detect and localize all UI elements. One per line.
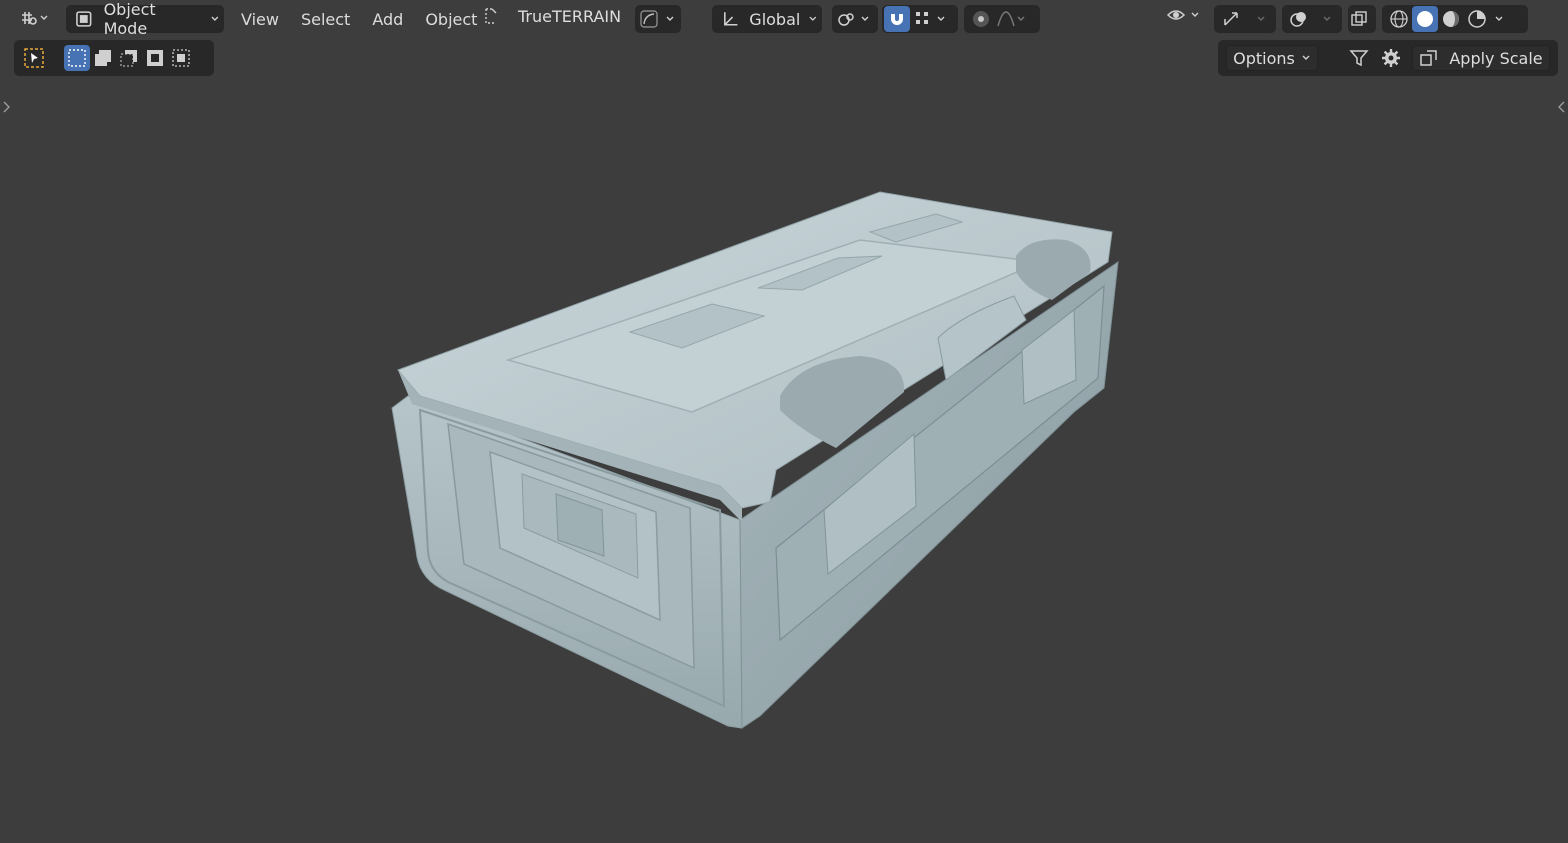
select-subtract-button[interactable] bbox=[116, 45, 142, 71]
chevron-down-icon[interactable] bbox=[1256, 14, 1266, 24]
apply-scale-icon bbox=[1420, 50, 1438, 66]
visibility-dropdown[interactable] bbox=[1166, 5, 1200, 25]
material-preview-button[interactable] bbox=[1438, 6, 1464, 32]
falloff-icon bbox=[997, 11, 1015, 27]
object-mode-icon bbox=[76, 11, 92, 27]
xray-toggle[interactable] bbox=[1348, 5, 1376, 33]
trueterrain-label: TrueTERRAIN bbox=[518, 6, 622, 26]
gizmo-controls bbox=[1214, 5, 1276, 33]
3d-viewport[interactable]: Object Mode View Select Add Object TrueT… bbox=[0, 0, 1568, 843]
menu-add[interactable]: Add bbox=[361, 6, 414, 32]
snap-magnet-icon bbox=[891, 14, 903, 25]
select-new-icon bbox=[68, 49, 86, 67]
snap-toggle[interactable] bbox=[884, 6, 910, 32]
overlay-icon bbox=[1290, 12, 1306, 27]
xray-icon bbox=[1351, 11, 1367, 26]
crate-model[interactable] bbox=[0, 0, 1568, 843]
options-label: Options bbox=[1233, 48, 1295, 68]
select-cursor-icon bbox=[24, 48, 44, 68]
pivot-point-selector[interactable] bbox=[832, 5, 878, 33]
chevron-down-icon bbox=[809, 16, 817, 21]
proportional-edit-icon bbox=[973, 11, 989, 27]
curve-dropdown[interactable] bbox=[635, 5, 681, 33]
options-dropdown[interactable]: Options bbox=[1226, 45, 1318, 71]
settings-button[interactable] bbox=[1378, 45, 1404, 71]
falloff-dropdown[interactable] bbox=[994, 6, 1028, 32]
chevron-down-icon bbox=[666, 16, 674, 21]
gizmo-toggle[interactable] bbox=[1218, 6, 1244, 32]
pivot-point-icon bbox=[838, 13, 854, 26]
chevron-down-icon bbox=[1302, 55, 1310, 60]
select-new-button[interactable] bbox=[64, 45, 90, 71]
trueterrain-icon bbox=[485, 8, 497, 24]
editor-type-icon bbox=[22, 12, 37, 25]
select-intersect-button[interactable] bbox=[168, 45, 194, 71]
chevron-down-icon bbox=[861, 16, 869, 21]
trueterrain-menu[interactable]: TrueTERRAIN bbox=[481, 6, 621, 26]
proportional-editing-controls bbox=[964, 5, 1040, 33]
overlay-controls bbox=[1282, 5, 1342, 33]
select-subtract-icon bbox=[120, 50, 137, 67]
rendered-shading-icon bbox=[1468, 10, 1486, 28]
select-tool-button[interactable] bbox=[20, 44, 48, 72]
solid-shading-button[interactable] bbox=[1412, 6, 1438, 32]
snap-grid-icon bbox=[916, 12, 928, 24]
chevron-down-icon bbox=[211, 16, 219, 21]
transform-orientation-selector[interactable]: Global bbox=[712, 5, 822, 33]
wireframe-shading-button[interactable] bbox=[1386, 6, 1412, 32]
gear-icon bbox=[1382, 49, 1400, 67]
chevron-down-icon bbox=[1191, 12, 1199, 17]
proportional-edit-toggle[interactable] bbox=[968, 6, 994, 32]
eye-icon bbox=[1166, 10, 1186, 20]
shading-mode-selector bbox=[1382, 5, 1528, 33]
snap-target-dropdown[interactable] bbox=[910, 6, 936, 32]
apply-scale-label: Apply Scale bbox=[1449, 48, 1543, 68]
select-extend-icon bbox=[95, 50, 111, 66]
transform-orientation-icon bbox=[724, 12, 738, 26]
orientation-label: Global bbox=[749, 9, 801, 29]
select-invert-icon bbox=[147, 50, 163, 66]
toolbar-expand-icon[interactable] bbox=[2, 100, 12, 114]
chevron-down-icon[interactable] bbox=[1494, 14, 1504, 24]
mode-selector[interactable]: Object Mode bbox=[66, 0, 224, 38]
select-intersect-icon bbox=[172, 49, 190, 67]
chevron-down-icon bbox=[937, 16, 945, 21]
menu-view[interactable]: View bbox=[230, 6, 290, 32]
select-extend-button[interactable] bbox=[90, 45, 116, 71]
mode-label: Object Mode bbox=[103, 0, 156, 38]
rendered-shading-button[interactable] bbox=[1464, 6, 1490, 32]
chevron-down-icon bbox=[40, 15, 48, 20]
apply-scale-button[interactable]: Apply Scale bbox=[1412, 45, 1550, 71]
material-preview-icon bbox=[1443, 11, 1459, 27]
menu-object[interactable]: Object bbox=[414, 6, 488, 32]
chevron-down-icon[interactable] bbox=[1322, 14, 1332, 24]
select-invert-button[interactable] bbox=[142, 45, 168, 71]
sidebar-expand-icon[interactable] bbox=[1556, 100, 1566, 114]
tool-settings-bar: Options Apply Scale bbox=[1218, 40, 1558, 76]
snapping-controls bbox=[882, 5, 958, 33]
wireframe-shading-icon bbox=[1390, 10, 1408, 28]
overlay-toggle[interactable] bbox=[1286, 6, 1312, 32]
menu-select[interactable]: Select bbox=[290, 6, 361, 32]
editor-type-selector[interactable] bbox=[12, 5, 56, 31]
chevron-down-icon bbox=[1017, 16, 1025, 21]
curve-icon bbox=[640, 10, 658, 28]
gizmo-icon bbox=[1224, 12, 1238, 26]
filter-icon bbox=[1349, 50, 1369, 67]
selection-tools bbox=[14, 40, 214, 76]
filter-button[interactable] bbox=[1346, 45, 1372, 71]
solid-shading-icon bbox=[1417, 11, 1433, 27]
